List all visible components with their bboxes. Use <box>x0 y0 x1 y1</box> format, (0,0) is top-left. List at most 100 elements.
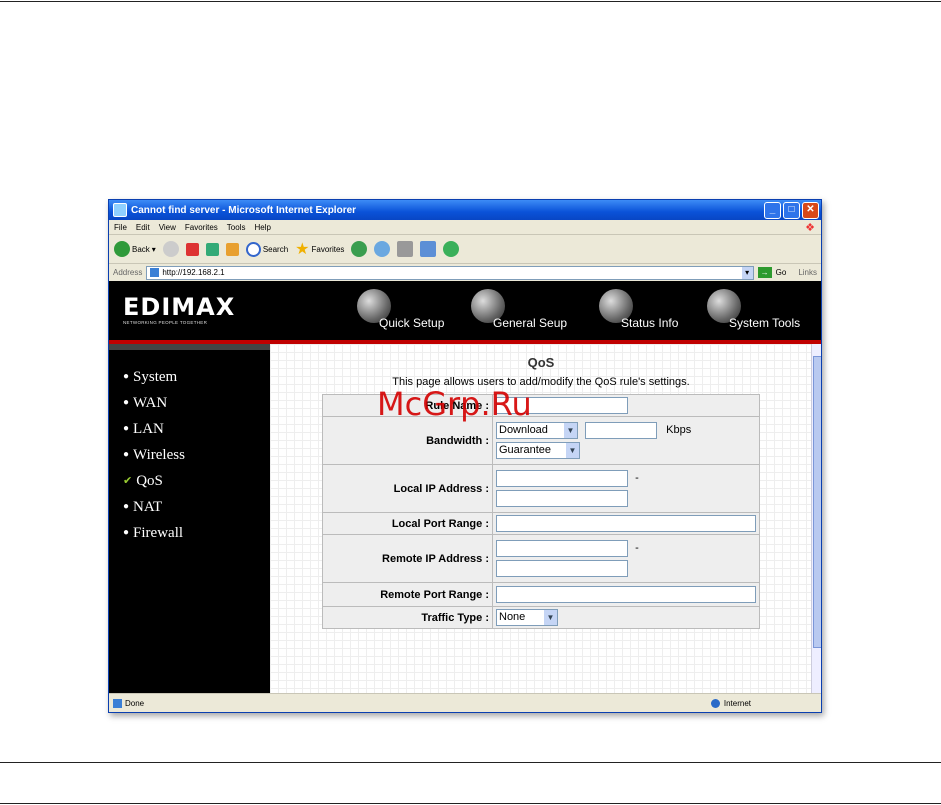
chevron-down-icon: ▼ <box>544 610 557 625</box>
menu-edit[interactable]: Edit <box>136 223 150 232</box>
remote-ip-start-input[interactable] <box>496 540 628 557</box>
search-button[interactable]: Search <box>245 241 288 257</box>
go-label[interactable]: Go <box>776 268 787 277</box>
print-icon[interactable] <box>397 241 414 257</box>
bullet-icon: ● <box>123 371 130 382</box>
qos-form: Rule Name : Bandwidth : Download ▼ Kbps G… <box>322 394 760 629</box>
favorites-button[interactable]: ★ Favorites <box>295 239 344 259</box>
address-bar: Address http://192.168.2.1 ▾ → Go Links <box>109 264 821 282</box>
edit-icon[interactable] <box>420 241 437 257</box>
internet-zone-icon <box>710 698 720 708</box>
status-bar: Done Internet <box>109 693 821 712</box>
browser-window: Cannot find server - Microsoft Internet … <box>108 199 822 713</box>
remote-port-input[interactable] <box>496 586 756 603</box>
top-rule <box>0 1 941 2</box>
menu-help[interactable]: Help <box>254 223 270 232</box>
star-icon: ★ <box>295 241 310 258</box>
sidebar: ● System ● WAN ● LAN ● Wireless ✔ QoS ● NAT ● F… <box>109 344 270 693</box>
check-icon: ✔ <box>123 475 133 487</box>
toolbar: Back ▾ Search ★ Favorites <box>109 235 821 264</box>
bandwidth-input[interactable] <box>585 422 658 439</box>
nav-quick-setup[interactable]: Quick Setup <box>357 289 444 333</box>
sidebar-item-lan[interactable]: ● LAN <box>109 416 270 442</box>
refresh-icon[interactable] <box>205 242 219 256</box>
search-icon <box>245 241 261 257</box>
watermark: McGrp.Ru <box>377 385 532 423</box>
menu-tools[interactable]: Tools <box>227 223 246 232</box>
menu-file[interactable]: File <box>114 223 127 232</box>
scrollbar-thumb[interactable] <box>813 356 821 648</box>
bullet-icon: ● <box>123 449 130 460</box>
close-button[interactable]: ✕ <box>802 201 819 219</box>
menu-bar: File Edit View Favorites Tools Help ❖ <box>109 220 821 235</box>
links-label[interactable]: Links <box>798 268 817 277</box>
local-ip-end-input[interactable] <box>496 490 628 507</box>
nav-status-info[interactable]: Status Info <box>599 289 678 333</box>
bandwidth-unit: Kbps <box>666 424 692 437</box>
logo-tagline: NETWORKING PEOPLE TOGETHER <box>123 320 208 325</box>
address-input[interactable]: http://192.168.2.1 ▾ <box>146 265 754 280</box>
stop-icon[interactable] <box>185 242 199 256</box>
remote-port-label: Remote Port Range : <box>322 582 493 607</box>
bottom-rule-1 <box>0 762 941 763</box>
windows-flag-icon: ❖ <box>805 221 815 234</box>
status-text: Done <box>125 698 145 708</box>
local-ip-start-input[interactable] <box>496 470 628 487</box>
chevron-down-icon: ▼ <box>566 443 579 458</box>
traffic-type-select[interactable]: None ▼ <box>496 609 558 626</box>
bottom-rule-2 <box>0 803 941 804</box>
nav-general-setup[interactable]: General Seup <box>471 289 567 333</box>
bullet-icon: ● <box>123 527 130 538</box>
router-header: EDIMAX NETWORKING PEOPLE TOGETHER Quick … <box>109 281 821 340</box>
bullet-icon: ● <box>123 397 130 408</box>
web-viewport: EDIMAX NETWORKING PEOPLE TOGETHER Quick … <box>109 281 821 693</box>
forward-icon[interactable] <box>162 241 179 257</box>
address-dropdown-icon[interactable]: ▾ <box>741 266 753 279</box>
title-bar: Cannot find server - Microsoft Internet … <box>109 200 821 220</box>
bandwidth-direction-select[interactable]: Download ▼ <box>496 422 578 439</box>
nav-system-tools[interactable]: System Tools <box>707 289 800 333</box>
messenger-icon[interactable] <box>443 241 460 257</box>
page-done-icon <box>113 698 122 708</box>
bandwidth-label: Bandwidth : <box>322 416 493 465</box>
bullet-icon: ● <box>123 501 130 512</box>
page-icon <box>150 268 160 277</box>
home-icon[interactable] <box>225 242 239 256</box>
sidebar-item-wireless[interactable]: ● Wireless <box>109 442 270 468</box>
minimize-button[interactable]: _ <box>764 201 781 219</box>
sidebar-item-qos[interactable]: ✔ QoS <box>109 468 270 494</box>
bullet-icon: ● <box>123 423 130 434</box>
range-dash: - <box>635 542 639 555</box>
page-description: This page allows users to add/modify the… <box>392 376 690 388</box>
menu-view[interactable]: View <box>159 223 176 232</box>
menu-favorites[interactable]: Favorites <box>185 223 218 232</box>
local-port-input[interactable] <box>496 515 756 532</box>
go-button[interactable]: → <box>757 267 772 278</box>
remote-ip-end-input[interactable] <box>496 560 628 577</box>
traffic-type-label: Traffic Type : <box>322 606 493 629</box>
window-title: Cannot find server - Microsoft Internet … <box>131 204 357 216</box>
local-ip-label: Local IP Address : <box>322 464 493 513</box>
ie-icon <box>113 203 127 217</box>
edimax-logo: EDIMAX <box>123 293 236 321</box>
zone-text: Internet <box>723 698 751 708</box>
content-area: QoS This page allows users to add/modify… <box>270 344 812 693</box>
back-icon <box>114 241 130 257</box>
history-icon[interactable] <box>351 241 368 257</box>
vertical-scrollbar[interactable] <box>811 344 821 693</box>
sidebar-item-firewall[interactable]: ● Firewall <box>109 520 270 546</box>
back-button[interactable]: Back ▾ <box>114 241 156 257</box>
sidebar-item-wan[interactable]: ● WAN <box>109 390 270 416</box>
maximize-button[interactable]: □ <box>783 201 800 219</box>
local-port-label: Local Port Range : <box>322 512 493 535</box>
address-label: Address <box>113 268 143 277</box>
bandwidth-type-select[interactable]: Guarantee ▼ <box>496 442 580 459</box>
chevron-down-icon: ▼ <box>564 423 577 438</box>
page-title: QoS <box>527 355 555 370</box>
remote-ip-label: Remote IP Address : <box>322 534 493 583</box>
mail-icon[interactable] <box>374 241 391 257</box>
sidebar-item-system[interactable]: ● System <box>109 364 270 390</box>
sidebar-item-nat[interactable]: ● NAT <box>109 494 270 520</box>
range-dash: - <box>635 472 639 485</box>
